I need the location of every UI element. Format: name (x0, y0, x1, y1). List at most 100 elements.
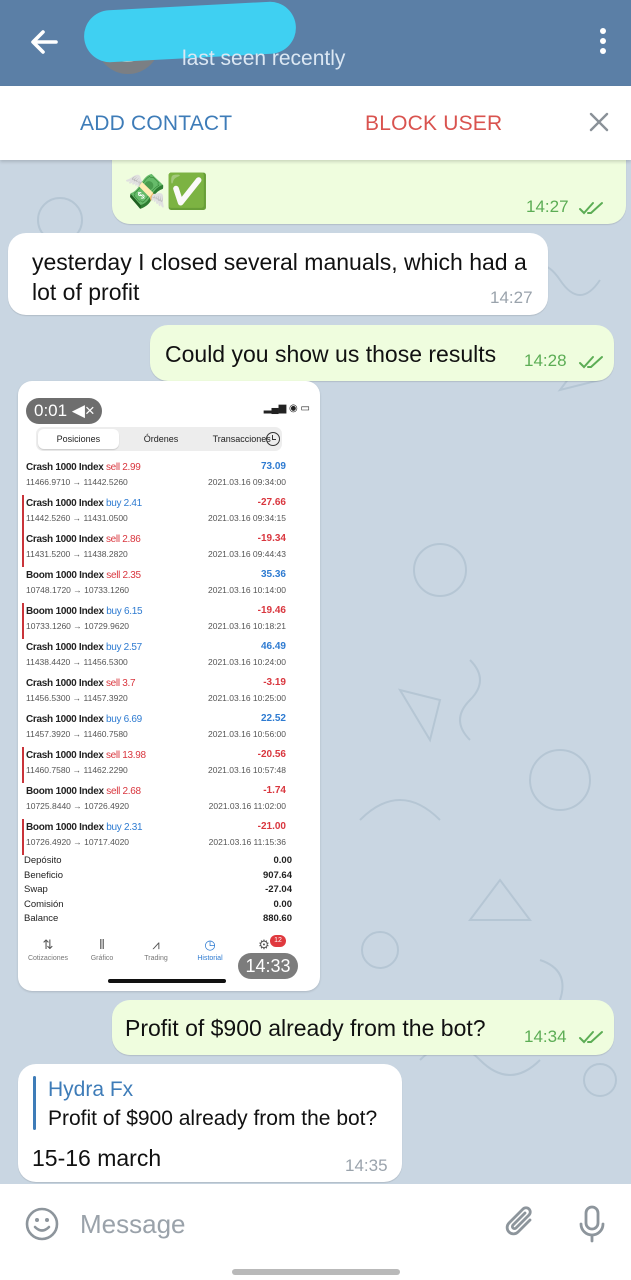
trade-history-screenshot[interactable]: 0:01 ◀× ▂▄▆ ◉ ▭ Posiciones Órdenes Trans… (18, 381, 320, 991)
candles-icon: ⫴ (99, 937, 105, 952)
trade-prices: 11466.9710 → 11442.5260 (26, 477, 128, 487)
trade-profit: 46.49 (260, 641, 286, 652)
trade-date: 2021.03.16 10:18:21 (208, 621, 286, 631)
trade-symbol: Crash 1000 Index sell 2.86 (26, 534, 141, 545)
summary-value: 880.60 (262, 913, 292, 925)
trade-row: Boom 1000 Index sell 2.68 10725.8440 → 10… (22, 783, 312, 819)
trade-row: Boom 1000 Index buy 6.15 10733.1260 → 107… (22, 603, 312, 639)
trade-date: 2021.03.16 10:14:00 (208, 585, 286, 595)
message-input-bar: Message (0, 1184, 631, 1280)
nav-grafico: ⫴ Gráfico (72, 937, 132, 962)
trade-symbol: Crash 1000 Index sell 13.98 (26, 750, 146, 761)
trade-row: Crash 1000 Index sell 3.7 11456.5300 → 11… (22, 675, 312, 711)
trade-profit: -27.66 (257, 497, 286, 508)
message-text: 💸✅ (124, 173, 209, 211)
trade-symbol: Crash 1000 Index buy 6.69 (26, 714, 142, 725)
trade-prices: 10733.1260 → 10729.9620 (26, 621, 130, 631)
account-summary: Depósito 0.00 Beneficio 907.64 Swap -27.04 Com… (22, 855, 292, 928)
message-time: 14:35 (345, 1156, 388, 1175)
trade-prices: 11438.4420 → 11456.5300 (26, 657, 128, 667)
incoming-reply-message[interactable]: Hydra Fx Profit of $900 already from the… (18, 1064, 402, 1182)
status-bar-icons: ▂▄▆ ◉ ▭ (263, 403, 310, 414)
trade-profit: -20.56 (257, 749, 286, 760)
trade-profit: 35.36 (260, 569, 286, 580)
message-text: Could you show us those results (165, 341, 497, 367)
trade-prices: 11442.5260 → 11431.0500 (26, 513, 128, 523)
paperclip-icon[interactable] (502, 1204, 540, 1244)
trade-prices: 10748.1720 → 10733.1260 (26, 585, 130, 595)
reply-quote-bar (33, 1076, 36, 1130)
message-time: 14:27 (490, 288, 533, 307)
summary-label: Comisión (24, 898, 64, 910)
trade-prices: 10726.4920 → 10717.4020 (26, 837, 130, 847)
history-icon: ◷ (204, 937, 216, 952)
summary-label: Swap (24, 884, 48, 896)
block-user-button[interactable]: BLOCK USER (365, 112, 502, 136)
summary-row: Balance 880.60 (22, 913, 292, 928)
microphone-icon[interactable] (576, 1204, 608, 1244)
kebab-menu-icon[interactable] (597, 28, 609, 58)
trade-date: 2021.03.16 09:34:00 (208, 477, 286, 487)
chat-header: last seen recently (0, 0, 631, 86)
message-time: 14:34 (524, 1027, 567, 1046)
trade-profit: -21.00 (257, 821, 286, 832)
add-contact-button[interactable]: ADD CONTACT (80, 112, 232, 136)
trade-date: 2021.03.16 09:34:15 (208, 513, 286, 523)
message-text: Profit of $900 already from the bot? (125, 1015, 486, 1041)
summary-row: Depósito 0.00 (22, 855, 292, 870)
trade-symbol: Boom 1000 Index buy 2.31 (26, 822, 143, 833)
trade-date: 2021.03.16 10:57:48 (208, 765, 286, 775)
trade-symbol: Boom 1000 Index sell 2.35 (26, 570, 141, 581)
message-time: 14:27 (526, 197, 569, 216)
message-input[interactable]: Message (80, 1209, 186, 1240)
summary-row: Comisión 0.00 (22, 899, 292, 914)
trade-prices: 11457.3920 → 11460.7580 (26, 729, 128, 739)
trade-profit: -19.34 (257, 533, 286, 544)
reply-quote-text: Profit of $900 already from the bot? (48, 1107, 378, 1130)
home-indicator (108, 979, 226, 983)
message-text: yesterday I closed several manuals, whic… (32, 249, 527, 305)
message-time: 14:33 (238, 953, 298, 979)
message-text: 15-16 march (32, 1145, 162, 1171)
history-tabs: Posiciones Órdenes Transacciones (36, 427, 282, 451)
trade-date: 2021.03.16 11:15:36 (208, 837, 286, 847)
trade-profit: 73.09 (260, 461, 286, 472)
outgoing-message[interactable]: Could you show us those results 14:28 (150, 325, 614, 381)
trade-symbol: Crash 1000 Index sell 2.99 (26, 462, 141, 473)
summary-label: Depósito (24, 855, 62, 866)
summary-label: Balance (24, 913, 59, 925)
nav-cotizaciones: ⇅ Cotizaciones (18, 937, 78, 962)
screen-recording-indicator: 0:01 ◀× (26, 398, 102, 424)
incoming-message[interactable]: yesterday I closed several manuals, whic… (8, 233, 548, 315)
contact-action-bar: ADD CONTACT BLOCK USER (0, 86, 631, 160)
trade-row: Crash 1000 Index buy 2.57 11438.4420 → 11… (22, 639, 312, 675)
gesture-nav-bar (232, 1269, 400, 1275)
summary-value: 907.64 (262, 869, 292, 881)
reply-author: Hydra Fx (48, 1078, 134, 1101)
arrow-left-icon[interactable] (24, 22, 64, 62)
double-check-icon (579, 202, 603, 215)
message-time: 14:28 (524, 351, 567, 370)
close-icon[interactable] (587, 110, 611, 134)
outgoing-message[interactable]: Profit of $900 already from the bot? 14:… (112, 1000, 614, 1055)
trade-symbol: Crash 1000 Index sell 3.7 (26, 678, 136, 689)
trade-date: 2021.03.16 10:56:00 (208, 729, 286, 739)
trade-symbol: Crash 1000 Index buy 2.41 (26, 498, 142, 509)
notification-badge: 12 (270, 935, 286, 947)
clock-icon (266, 432, 280, 446)
summary-row: Swap -27.04 (22, 884, 292, 899)
emoji-icon[interactable] (24, 1206, 60, 1242)
trade-profit: -3.19 (263, 677, 286, 688)
trade-row: Crash 1000 Index sell 13.98 11460.7580 → … (22, 747, 312, 783)
trade-profit: 22.52 (260, 713, 286, 724)
trade-profit: -19.46 (257, 605, 286, 616)
summary-row: Beneficio 907.64 (22, 870, 292, 885)
double-check-icon (579, 356, 603, 369)
trade-row: Boom 1000 Index sell 2.35 10748.1720 → 10… (22, 567, 312, 603)
trade-prices: 11431.5200 → 11438.2820 (26, 549, 128, 559)
trade-date: 2021.03.16 10:25:00 (208, 693, 286, 703)
trade-symbol: Boom 1000 Index buy 6.15 (26, 606, 143, 617)
trade-profit: -1.74 (263, 785, 286, 796)
last-seen-status: last seen recently (182, 47, 346, 70)
trade-prices: 10725.8440 → 10726.4920 (26, 801, 130, 811)
